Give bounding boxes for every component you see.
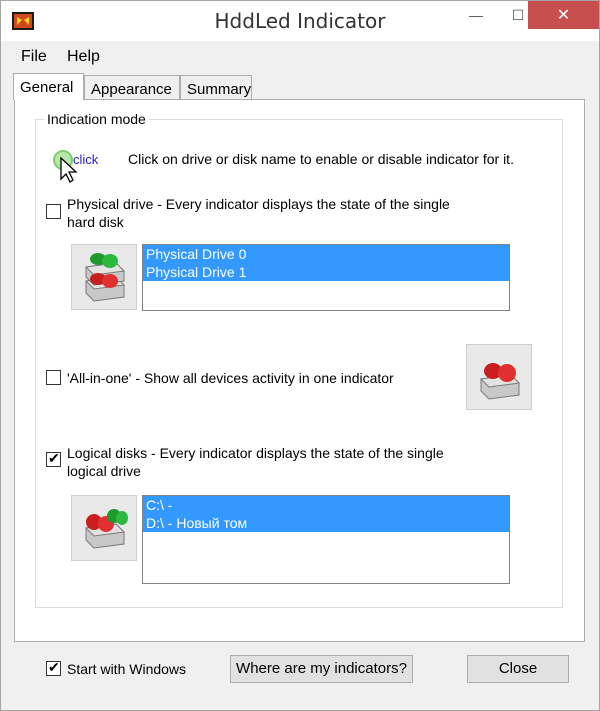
physical-drive-label-line1: Physical drive - Every indicator display…: [67, 196, 450, 212]
checkmark-icon: ✔: [48, 450, 60, 466]
click-hint-illustration: click: [49, 149, 139, 185]
logical-disk-item[interactable]: C:\ -: [143, 496, 509, 514]
all-in-one-checkbox[interactable]: [46, 370, 61, 385]
menu-help[interactable]: Help: [67, 48, 100, 66]
physical-drive-item[interactable]: Physical Drive 0: [143, 245, 509, 263]
physical-drive-label-line2: hard disk: [67, 214, 124, 230]
close-button[interactable]: Close: [467, 655, 569, 683]
physical-drive-checkbox[interactable]: [46, 204, 61, 219]
maximize-icon: ☐: [511, 6, 525, 23]
title-bar[interactable]: HddLed Indicator — ☐ ✕: [1, 1, 599, 41]
tab-summary[interactable]: Summary: [180, 75, 252, 99]
checkmark-icon: ✔: [48, 659, 60, 675]
menu-bar: File Help: [1, 41, 599, 71]
physical-drive-item[interactable]: Physical Drive 1: [143, 263, 509, 281]
minimize-button[interactable]: —: [456, 1, 496, 29]
where-are-my-indicators-button[interactable]: Where are my indicators?: [230, 655, 413, 683]
close-icon: ✕: [556, 7, 571, 24]
hint-text: Click on drive or disk name to enable or…: [128, 151, 514, 167]
physical-drive-label: Physical drive - Every indicator display…: [67, 195, 450, 231]
logical-disks-label-line1: Logical disks - Every indicator displays…: [67, 445, 444, 461]
app-window: HddLed Indicator — ☐ ✕ File Help General…: [0, 0, 600, 711]
logical-disks-label: Logical disks - Every indicator displays…: [67, 444, 444, 480]
logical-disks-led-icon: [71, 495, 137, 561]
tab-appearance[interactable]: Appearance: [84, 75, 180, 99]
logical-disks-label-line2: logical drive: [67, 463, 141, 479]
start-with-windows-label: Start with Windows: [67, 661, 187, 677]
click-label: click: [73, 152, 99, 167]
logical-disks-list[interactable]: C:\ - D:\ - Новый том: [142, 495, 510, 584]
logical-disk-item[interactable]: D:\ - Новый том: [143, 514, 509, 532]
menu-file[interactable]: File: [21, 48, 47, 66]
physical-drive-list[interactable]: Physical Drive 0 Physical Drive 1: [142, 244, 510, 311]
minimize-icon: —: [469, 7, 483, 23]
physical-drive-led-icon: [71, 244, 137, 310]
all-in-one-label: 'All-in-one' - Show all devices activity…: [67, 370, 394, 386]
start-with-windows-checkbox[interactable]: ✔: [46, 659, 61, 676]
close-window-button[interactable]: ✕: [528, 1, 599, 29]
group-title: Indication mode: [44, 111, 149, 127]
logical-disks-checkbox[interactable]: ✔: [46, 450, 61, 467]
all-in-one-led-icon: [466, 344, 532, 410]
tab-general[interactable]: General: [13, 73, 84, 100]
